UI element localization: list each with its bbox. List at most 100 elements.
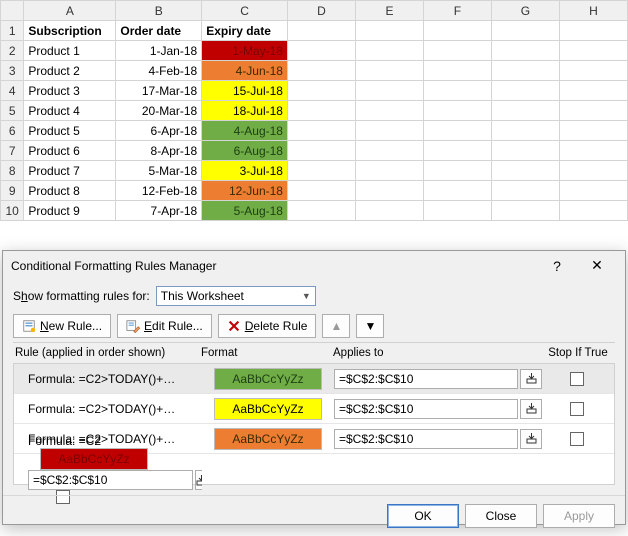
- cell-C3[interactable]: 4-Jun-18: [202, 61, 288, 81]
- cell-F1[interactable]: [423, 21, 491, 41]
- cell-H2[interactable]: [559, 41, 627, 61]
- cell-E5[interactable]: [355, 101, 423, 121]
- row-header-7[interactable]: 7: [1, 141, 24, 161]
- apply-button[interactable]: Apply: [543, 504, 615, 528]
- new-rule-button[interactable]: NNew Rule...ew Rule...: [13, 314, 111, 338]
- cell-H9[interactable]: [559, 181, 627, 201]
- cell-A3[interactable]: Product 2: [24, 61, 116, 81]
- stop-if-true-checkbox[interactable]: [570, 372, 584, 386]
- col-header-D[interactable]: D: [287, 1, 355, 21]
- row-header-6[interactable]: 6: [1, 121, 24, 141]
- range-picker-button[interactable]: [520, 369, 542, 389]
- rule-row[interactable]: Formula: =C2AaBbCcYyZz: [14, 454, 614, 484]
- cell-B3[interactable]: 4-Feb-18: [116, 61, 202, 81]
- cell-F7[interactable]: [423, 141, 491, 161]
- cell-G5[interactable]: [491, 101, 559, 121]
- cell-E1[interactable]: [355, 21, 423, 41]
- applies-to-input[interactable]: [334, 369, 518, 389]
- cell-B1[interactable]: Order date: [116, 21, 202, 41]
- cell-B7[interactable]: 8-Apr-18: [116, 141, 202, 161]
- rule-row[interactable]: Formula: =C2>TODAY()+…AaBbCcYyZz: [14, 364, 614, 394]
- close-button[interactable]: ✕: [577, 257, 617, 274]
- scope-select[interactable]: This Worksheet ▼: [156, 286, 316, 306]
- cell-B9[interactable]: 12-Feb-18: [116, 181, 202, 201]
- cell-H1[interactable]: [559, 21, 627, 41]
- cell-G2[interactable]: [491, 41, 559, 61]
- help-button[interactable]: ?: [537, 258, 577, 274]
- cell-E6[interactable]: [355, 121, 423, 141]
- cell-C6[interactable]: 4-Aug-18: [202, 121, 288, 141]
- delete-rule-button[interactable]: Delete Rule: [218, 314, 317, 338]
- cell-C5[interactable]: 18-Jul-18: [202, 101, 288, 121]
- row-header-3[interactable]: 3: [1, 61, 24, 81]
- cell-C10[interactable]: 5-Aug-18: [202, 201, 288, 221]
- select-all-corner[interactable]: [1, 1, 24, 21]
- cell-H6[interactable]: [559, 121, 627, 141]
- cell-C9[interactable]: 12-Jun-18: [202, 181, 288, 201]
- cell-E4[interactable]: [355, 81, 423, 101]
- cell-B10[interactable]: 7-Apr-18: [116, 201, 202, 221]
- cell-B8[interactable]: 5-Mar-18: [116, 161, 202, 181]
- row-header-8[interactable]: 8: [1, 161, 24, 181]
- cell-F9[interactable]: [423, 181, 491, 201]
- applies-to-input[interactable]: [334, 399, 518, 419]
- cell-F3[interactable]: [423, 61, 491, 81]
- cell-G3[interactable]: [491, 61, 559, 81]
- cell-G1[interactable]: [491, 21, 559, 41]
- ok-button[interactable]: OK: [387, 504, 459, 528]
- cell-F4[interactable]: [423, 81, 491, 101]
- move-down-button[interactable]: ▼: [356, 314, 384, 338]
- cell-C2[interactable]: 1-May-18: [202, 41, 288, 61]
- cell-A6[interactable]: Product 5: [24, 121, 116, 141]
- col-header-G[interactable]: G: [491, 1, 559, 21]
- cell-C1[interactable]: Expiry date: [202, 21, 288, 41]
- cell-A4[interactable]: Product 3: [24, 81, 116, 101]
- spreadsheet-grid[interactable]: A B C D E F G H 1 Subscription Order dat…: [0, 0, 628, 221]
- applies-to-input[interactable]: [28, 470, 193, 490]
- cell-E9[interactable]: [355, 181, 423, 201]
- edit-rule-button[interactable]: Edit Rule...: [117, 314, 212, 338]
- cell-B2[interactable]: 1-Jan-18: [116, 41, 202, 61]
- cell-A1[interactable]: Subscription: [24, 21, 116, 41]
- cell-D7[interactable]: [287, 141, 355, 161]
- col-header-F[interactable]: F: [423, 1, 491, 21]
- stop-if-true-checkbox[interactable]: [570, 402, 584, 416]
- cell-A9[interactable]: Product 8: [24, 181, 116, 201]
- cell-D4[interactable]: [287, 81, 355, 101]
- col-header-E[interactable]: E: [355, 1, 423, 21]
- cell-B6[interactable]: 6-Apr-18: [116, 121, 202, 141]
- close-footer-button[interactable]: Close: [465, 504, 537, 528]
- row-header-4[interactable]: 4: [1, 81, 24, 101]
- cell-C8[interactable]: 3-Jul-18: [202, 161, 288, 181]
- row-header-9[interactable]: 9: [1, 181, 24, 201]
- cell-E8[interactable]: [355, 161, 423, 181]
- applies-to-input[interactable]: [334, 429, 518, 449]
- cell-H3[interactable]: [559, 61, 627, 81]
- cell-D10[interactable]: [287, 201, 355, 221]
- row-header-10[interactable]: 10: [1, 201, 24, 221]
- cell-A10[interactable]: Product 9: [24, 201, 116, 221]
- cell-E7[interactable]: [355, 141, 423, 161]
- cell-G4[interactable]: [491, 81, 559, 101]
- cell-D9[interactable]: [287, 181, 355, 201]
- range-picker-button[interactable]: [520, 399, 542, 419]
- move-up-button[interactable]: ▲: [322, 314, 350, 338]
- row-header-2[interactable]: 2: [1, 41, 24, 61]
- cell-H8[interactable]: [559, 161, 627, 181]
- row-header-1[interactable]: 1: [1, 21, 24, 41]
- col-header-B[interactable]: B: [116, 1, 202, 21]
- cell-E3[interactable]: [355, 61, 423, 81]
- cell-D1[interactable]: [287, 21, 355, 41]
- cell-D3[interactable]: [287, 61, 355, 81]
- cell-C4[interactable]: 15-Jul-18: [202, 81, 288, 101]
- rule-row[interactable]: Formula: =C2>TODAY()+…AaBbCcYyZz: [14, 394, 614, 424]
- col-header-H[interactable]: H: [559, 1, 627, 21]
- cell-F8[interactable]: [423, 161, 491, 181]
- cell-G10[interactable]: [491, 201, 559, 221]
- dialog-titlebar[interactable]: Conditional Formatting Rules Manager ? ✕: [3, 251, 625, 280]
- cell-E10[interactable]: [355, 201, 423, 221]
- cell-D8[interactable]: [287, 161, 355, 181]
- col-header-C[interactable]: C: [202, 1, 288, 21]
- range-picker-button[interactable]: [520, 429, 542, 449]
- cell-H4[interactable]: [559, 81, 627, 101]
